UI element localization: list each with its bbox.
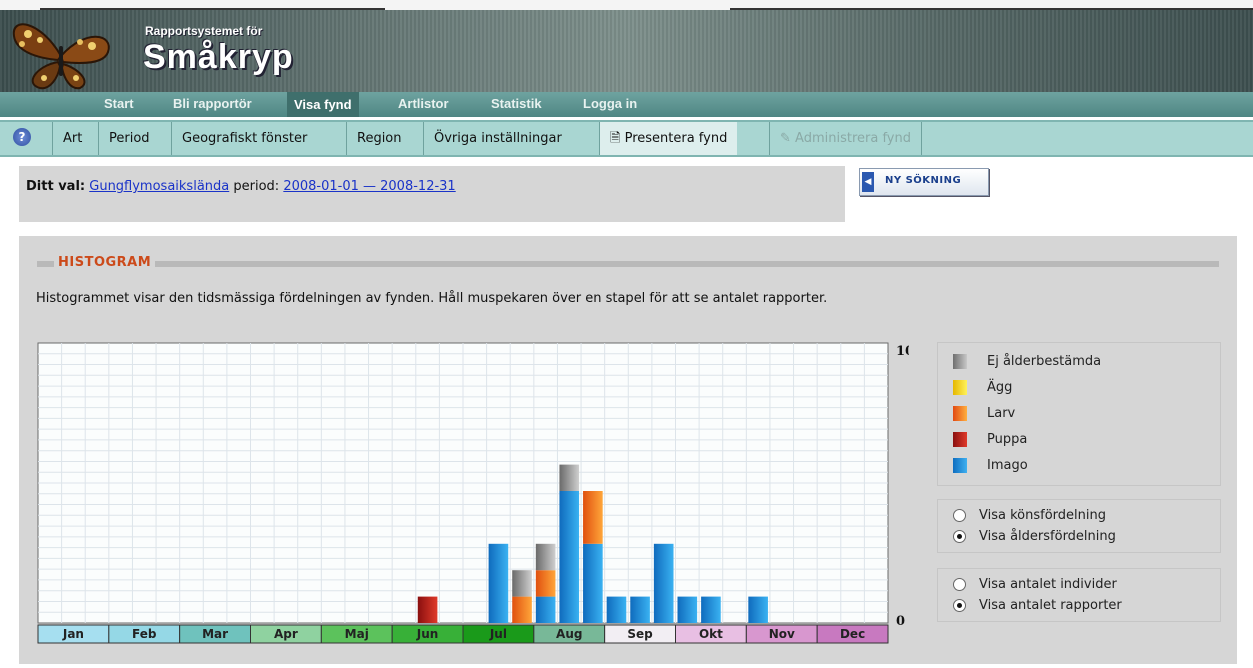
top-strip-line-right bbox=[730, 0, 1253, 10]
month-label: Apr bbox=[274, 627, 298, 641]
month-label: Aug bbox=[556, 627, 582, 641]
site-subtitle: Rapportsystemet för bbox=[145, 24, 263, 38]
option-label: Visa antalet rapporter bbox=[979, 598, 1122, 613]
histogram-chart: Jan Feb Mar Apr Maj Jun Jul Aug Sep Okt Nov Dec 10 0 bbox=[36, 341, 914, 649]
tab-region[interactable]: Region bbox=[346, 122, 412, 155]
histogram-bar-segment bbox=[677, 596, 698, 623]
legend-label: Puppa bbox=[987, 432, 1028, 447]
tab-art[interactable]: Art bbox=[52, 122, 92, 155]
month-label: Mar bbox=[202, 627, 228, 641]
top-strip-line-left bbox=[40, 0, 385, 10]
month-label: Maj bbox=[345, 627, 369, 641]
tab-geografiskt-fonster[interactable]: Geografiskt fönster bbox=[171, 122, 317, 155]
histogram-bar-segment bbox=[512, 570, 532, 597]
nav-start[interactable]: Start bbox=[104, 96, 134, 111]
nav-bli-rapportor[interactable]: Bli rapportör bbox=[173, 96, 252, 111]
radio-aldersfordelning[interactable] bbox=[953, 530, 966, 543]
histogram-bar-segment bbox=[535, 596, 556, 623]
tab-ovriga-installningar[interactable]: Övriga inställningar bbox=[423, 122, 572, 155]
option-label: Visa åldersfördelning bbox=[979, 529, 1116, 544]
document-icon: 🗎 bbox=[610, 131, 621, 146]
distribution-options: Visa könsfördelning Visa åldersfördelnin… bbox=[937, 499, 1221, 553]
species-link[interactable]: Gungflymosaiksländа bbox=[89, 179, 229, 194]
period-link[interactable]: 2008-01-01 — 2008-12-31 bbox=[283, 179, 455, 194]
option-label: Visa könsfördelning bbox=[979, 508, 1106, 523]
edit-icon: ✎ bbox=[780, 131, 791, 146]
histogram-bar-segment bbox=[583, 543, 603, 623]
nav-logga-in[interactable]: Logga in bbox=[583, 96, 637, 111]
histogram-bar-segment bbox=[488, 543, 509, 623]
month-label: Jul bbox=[489, 627, 507, 641]
legend-swatch-icon bbox=[953, 380, 967, 395]
sub-nav: ? Art Period Geografiskt fönster Region … bbox=[0, 120, 1253, 157]
month-label: Jun bbox=[416, 627, 439, 641]
legend-swatch-icon bbox=[953, 354, 967, 369]
histogram-bar-segment bbox=[630, 596, 650, 623]
legend-label: Ägg bbox=[987, 380, 1013, 395]
month-label: Nov bbox=[769, 627, 795, 641]
top-strip bbox=[0, 0, 1253, 10]
option-label: Visa antalet individer bbox=[979, 577, 1117, 592]
tab-administrera-fynd-label: Administrera fynd bbox=[795, 131, 911, 146]
selection-box: Ditt val: Gungflymosaiksländа period: 20… bbox=[19, 166, 845, 222]
legend-label: Larv bbox=[987, 406, 1016, 421]
histogram-bar-segment bbox=[701, 596, 721, 623]
selection-text: Ditt val: Gungflymosaiksländа period: 20… bbox=[26, 179, 456, 194]
radio-konsfordelning[interactable] bbox=[953, 509, 966, 522]
histogram-bar-segment bbox=[417, 596, 438, 623]
legend-label: Imago bbox=[987, 458, 1028, 473]
histogram-bar-segment bbox=[583, 491, 603, 544]
legend-swatch-icon bbox=[953, 458, 967, 473]
histogram-title: HISTOGRAM bbox=[54, 255, 156, 270]
legend-label: Ej ålderbestämda bbox=[987, 354, 1102, 369]
histogram-bar-segment bbox=[535, 543, 556, 571]
histogram-bar-segment bbox=[512, 596, 532, 623]
histogram-bar-segment bbox=[606, 596, 627, 623]
option-konsfordelning[interactable]: Visa könsfördelning bbox=[953, 508, 1106, 523]
month-label: Dec bbox=[840, 627, 865, 641]
histogram-bar-segment bbox=[653, 543, 674, 623]
help-icon[interactable]: ? bbox=[13, 128, 31, 146]
legend-box: Ej ålderbestämda Ägg Larv Puppa Imago bbox=[937, 342, 1221, 486]
count-options: Visa antalet individer Visa antalet rapp… bbox=[937, 568, 1221, 622]
new-search-button[interactable]: ◀ NY SÖKNING bbox=[859, 168, 989, 196]
month-label: Feb bbox=[132, 627, 157, 641]
legend-swatch-icon bbox=[953, 432, 967, 447]
y-tick-max: 10 bbox=[896, 344, 909, 359]
histogram-bar-segment bbox=[559, 464, 580, 491]
nav-visa-fynd[interactable]: Visa fynd bbox=[287, 92, 359, 117]
option-antal-rapporter[interactable]: Visa antalet rapporter bbox=[953, 598, 1122, 613]
histogram-bar-segment bbox=[748, 596, 768, 623]
butterfly-logo-icon bbox=[12, 23, 110, 90]
tab-presentera-fynd-label: Presentera fynd bbox=[624, 131, 728, 146]
month-label: Sep bbox=[627, 627, 653, 641]
legend-swatch-icon bbox=[953, 406, 967, 421]
period-label: period: bbox=[233, 179, 280, 194]
tab-period[interactable]: Period bbox=[98, 122, 160, 155]
arrow-left-icon: ◀ bbox=[862, 172, 874, 192]
month-label: Jan bbox=[62, 627, 84, 641]
histogram-svg: Jan Feb Mar Apr Maj Jun Jul Aug Sep Okt Nov Dec 10 0 bbox=[37, 342, 914, 644]
option-aldersfordelning[interactable]: Visa åldersfördelning bbox=[953, 529, 1116, 544]
month-label: Okt bbox=[699, 627, 723, 641]
section-divider bbox=[37, 261, 1219, 267]
histogram-bar-segment bbox=[535, 570, 556, 597]
radio-antal-individer[interactable] bbox=[953, 578, 966, 591]
nav-statistik[interactable]: Statistik bbox=[491, 96, 542, 111]
new-search-label: NY SÖKNING bbox=[885, 175, 962, 186]
histogram-bar-segment bbox=[559, 491, 580, 623]
histogram-description: Histogrammet visar den tidsmässiga förde… bbox=[36, 291, 828, 306]
radio-antal-rapporter[interactable] bbox=[953, 599, 966, 612]
nav-artlistor[interactable]: Artlistor bbox=[398, 96, 449, 111]
y-tick-min: 0 bbox=[896, 614, 905, 629]
tab-presentera-fynd[interactable]: 🗎 Presentera fynd bbox=[599, 122, 738, 155]
header-banner: Rapportsystemet för Småkryp bbox=[0, 10, 1253, 92]
option-antal-individer[interactable]: Visa antalet individer bbox=[953, 577, 1117, 592]
selection-prefix: Ditt val: bbox=[26, 179, 86, 194]
site-title: Småkryp bbox=[143, 38, 294, 76]
tab-administrera-fynd: ✎ Administrera fynd bbox=[769, 122, 922, 155]
histogram-panel: HISTOGRAM Histogrammet visar den tidsmäs… bbox=[19, 236, 1237, 664]
main-nav: Start Bli rapportör Visa fynd Artlistor … bbox=[0, 92, 1253, 117]
